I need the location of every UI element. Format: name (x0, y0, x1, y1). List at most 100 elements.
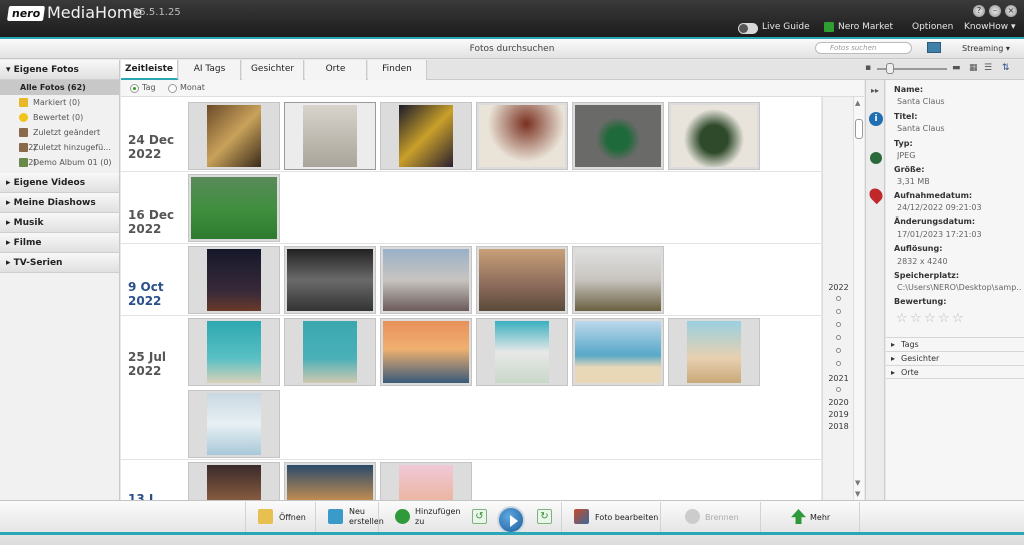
photo-thumbnail[interactable] (380, 246, 472, 314)
rating-star-icon[interactable]: ☆ (896, 311, 908, 326)
month-dot[interactable] (836, 335, 841, 340)
zoom-small-icon[interactable]: ▪ (865, 63, 871, 73)
more-button[interactable]: Mehr (760, 502, 860, 532)
burn-button[interactable]: Brennen (660, 502, 759, 532)
rating-star-icon[interactable]: ☆ (938, 311, 950, 326)
scroll-end-icon[interactable]: ▼ (855, 490, 860, 498)
sort-icon[interactable]: ⇅ (1002, 63, 1010, 73)
sidebar-section-meine-diashows[interactable]: ▸ Meine Diashows (0, 193, 119, 213)
tab-ai-tags[interactable]: AI Tags (179, 60, 241, 80)
live-guide-link[interactable]: Live Guide (762, 22, 810, 32)
sidebar-item-markiert[interactable]: Markiert (0) (0, 95, 119, 110)
zoom-slider-thumb[interactable] (886, 63, 894, 74)
scroll-down-icon[interactable]: ▼ (855, 479, 860, 487)
photo-thumbnail[interactable] (188, 174, 280, 242)
monitor-icon[interactable] (927, 42, 941, 53)
sidebar: ▾ Eigene Fotos Alle Fotos (62) Markiert … (0, 60, 120, 500)
info-icon[interactable]: i (869, 112, 883, 126)
app-name: MediaHome (47, 3, 143, 22)
tab-zeitleiste[interactable]: Zeitleiste (121, 60, 178, 80)
sidebar-section-filme[interactable]: ▸ Filme (0, 233, 119, 253)
grid-view-icon[interactable]: ▦ (969, 63, 978, 73)
group-date: 16 Dec 2022 (128, 208, 175, 236)
sidebar-item-bewertet[interactable]: Bewertet (0) (0, 110, 119, 125)
year-marker[interactable]: 2019 (823, 410, 854, 419)
radio-day[interactable] (130, 84, 139, 93)
month-dot[interactable] (836, 387, 841, 392)
help-icon[interactable]: ? (973, 5, 985, 17)
month-dot[interactable] (836, 322, 841, 327)
month-dot[interactable] (836, 296, 841, 301)
month-dot[interactable] (836, 309, 841, 314)
year-marker[interactable]: 2020 (823, 398, 854, 407)
sidebar-item-zuletzt-geaendert[interactable]: Zuletzt geändert (62) (0, 125, 119, 152)
minimize-icon[interactable]: – (989, 5, 1001, 17)
photo-thumbnail[interactable] (572, 318, 664, 386)
photo-thumbnail[interactable] (476, 246, 568, 314)
close-icon[interactable]: × (1005, 5, 1017, 17)
faces-icon[interactable] (870, 152, 882, 164)
zoom-large-icon[interactable]: ▬ (952, 63, 961, 73)
rotate-left-icon[interactable]: ↺ (472, 509, 487, 524)
photo-thumbnail[interactable] (188, 102, 280, 170)
tab-finden[interactable]: Finden (368, 60, 427, 80)
sidebar-item-demo-album[interactable]: Demo Album 01 (0) (0, 155, 119, 170)
photo-thumbnail[interactable] (284, 246, 376, 314)
vertical-scrollbar[interactable]: ▲ ▼ ▼ (853, 97, 864, 500)
tab-orte[interactable]: Orte (305, 60, 367, 80)
play-slideshow-button[interactable] (497, 506, 525, 534)
accordion-faces[interactable]: Gesichter (886, 351, 1024, 365)
photo-thumbnail[interactable] (284, 462, 376, 500)
year-marker[interactable]: 2018 (823, 422, 854, 431)
sidebar-section-eigene-fotos[interactable]: ▾ Eigene Fotos (0, 60, 119, 80)
rating-star-icon[interactable]: ☆ (924, 311, 936, 326)
sidebar-item-alle-fotos[interactable]: Alle Fotos (62) (0, 80, 119, 95)
rotate-right-icon[interactable]: ↻ (537, 509, 552, 524)
photo-thumbnail[interactable] (380, 102, 472, 170)
photo-thumbnail[interactable] (188, 390, 280, 458)
photo-thumbnail[interactable] (188, 246, 280, 314)
streaming-menu[interactable]: Streaming ▾ (962, 44, 1010, 53)
radio-month[interactable] (168, 84, 177, 93)
nero-market-link[interactable]: Nero Market (838, 22, 893, 32)
sidebar-section-eigene-videos[interactable]: ▸ Eigene Videos (0, 173, 119, 193)
photo-thumbnail[interactable] (188, 462, 280, 500)
add-to-button[interactable]: Hinzufügen zu (378, 502, 464, 532)
search-input[interactable]: Fotos suchen (815, 42, 912, 54)
year-marker[interactable]: 2022 (823, 283, 854, 292)
photo-thumbnail-selected[interactable] (284, 102, 376, 170)
accordion-tags[interactable]: Tags (886, 337, 1024, 351)
open-button[interactable]: Öffnen (245, 502, 314, 532)
scroll-up-icon[interactable]: ▲ (855, 99, 860, 107)
resolution-label: Auflösung: (894, 244, 943, 253)
sidebar-section-musik[interactable]: ▸ Musik (0, 213, 119, 233)
photo-thumbnail[interactable] (668, 318, 760, 386)
tab-gesichter[interactable]: Gesichter (242, 60, 304, 80)
live-guide-toggle[interactable] (738, 23, 758, 34)
photo-thumbnail[interactable] (668, 102, 760, 170)
list-view-icon[interactable]: ☰ (984, 63, 992, 73)
accordion-places[interactable]: Orte (886, 365, 1024, 379)
new-create-button[interactable]: Neu erstellen (315, 502, 384, 532)
photo-thumbnail[interactable] (188, 318, 280, 386)
edit-photo-button[interactable]: Foto bearbeiten (561, 502, 659, 532)
month-dot[interactable] (836, 348, 841, 353)
options-link[interactable]: Optionen (912, 22, 953, 32)
photo-thumbnail[interactable] (476, 102, 568, 170)
month-dot[interactable] (836, 361, 841, 366)
photo-thumbnail[interactable] (380, 318, 472, 386)
rating-star-icon[interactable]: ☆ (952, 311, 964, 326)
knowhow-menu[interactable]: KnowHow ▾ (964, 22, 1016, 32)
sidebar-item-zuletzt-hinzugefuegt[interactable]: Zuletzt hinzugefü... (62) (0, 140, 119, 167)
scrollbar-thumb[interactable] (855, 119, 863, 139)
collapse-panel-icon[interactable]: ▸▸ (871, 86, 879, 95)
photo-thumbnail[interactable] (476, 318, 568, 386)
year-marker[interactable]: 2021 (823, 374, 854, 383)
photo-thumbnail[interactable] (572, 246, 664, 314)
sidebar-section-tv-serien[interactable]: ▸ TV-Serien (0, 253, 119, 273)
photo-thumbnail[interactable] (572, 102, 664, 170)
location-pin-icon[interactable] (866, 185, 886, 205)
photo-thumbnail[interactable] (380, 462, 472, 500)
rating-star-icon[interactable]: ☆ (910, 311, 922, 326)
photo-thumbnail[interactable] (284, 318, 376, 386)
